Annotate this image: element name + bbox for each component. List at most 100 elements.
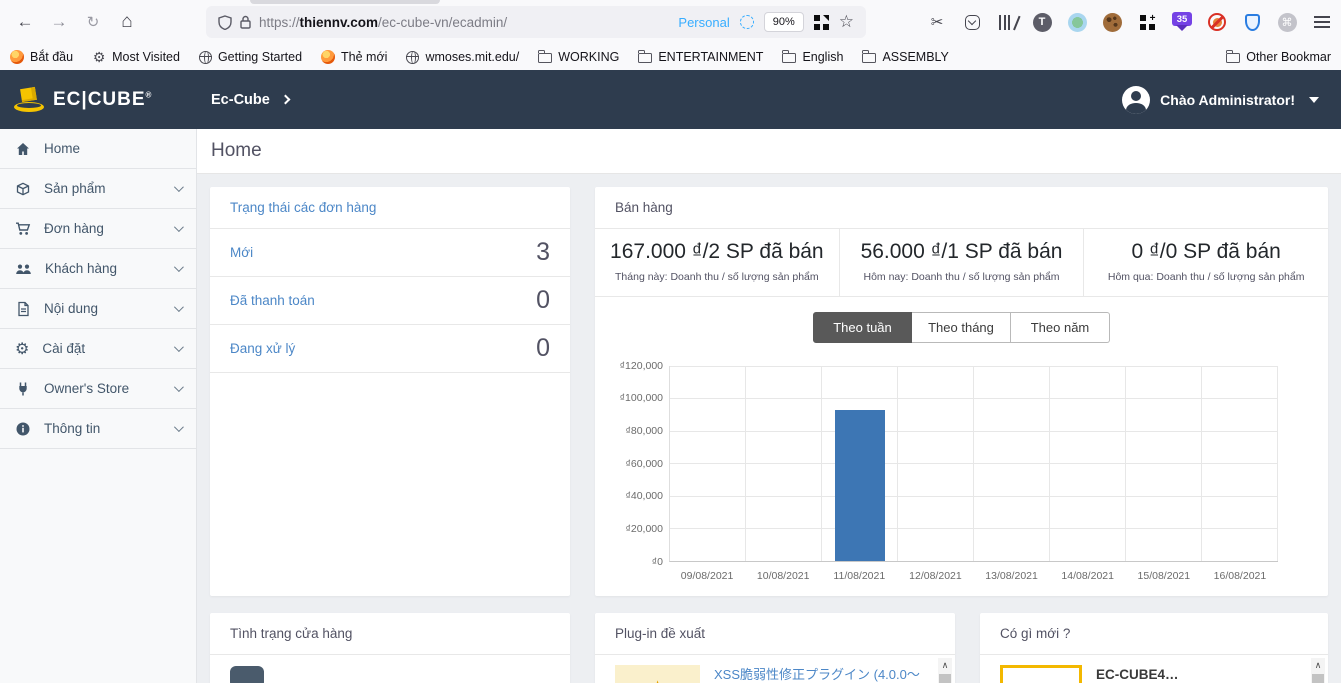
adblock-badge[interactable]: 35 — [1172, 12, 1192, 31]
chevron-down-icon — [173, 422, 184, 433]
screenshot-scissors-icon[interactable] — [926, 11, 948, 33]
ec-cube-logo[interactable]: EC|CUBE® — [0, 86, 197, 113]
extension-t-icon[interactable]: T — [1032, 12, 1052, 32]
bookmark-star-icon[interactable] — [839, 12, 854, 32]
firefox-icon — [10, 50, 24, 64]
command-extension-icon[interactable] — [1277, 12, 1297, 32]
library-icon[interactable] — [999, 14, 1021, 30]
bookmark-item[interactable]: Thẻ mới — [321, 50, 387, 64]
url-bar[interactable]: https://thiennv.com/ec-cube-vn/ecadmin/ … — [206, 6, 866, 38]
sidebar-item-orders[interactable]: Đơn hàng — [0, 209, 196, 249]
noscript-icon[interactable] — [1208, 13, 1226, 31]
url-host: thiennv.com — [299, 14, 379, 30]
chart-ylabels: ₫0 ₫20,000 ₫40,000 ₫60,000 ₫80,000 ₫100,000 ₫1… — [611, 360, 663, 568]
chart-bar — [834, 409, 886, 561]
chart-xtick-label: 09/08/2021 — [680, 569, 734, 582]
recommended-plugins-card: Plug-in đề xuất XSS脆弱性修正プラグイン (4.0.0〜 — [595, 612, 955, 683]
sales-card: Bán hàng 167.000 ₫/2 SP đã bán Tháng này… — [595, 186, 1328, 596]
chart-xtick-label: 13/08/2021 — [985, 569, 1038, 582]
bookmark-folder[interactable]: English — [782, 50, 843, 64]
zoom-level-badge[interactable]: 90% — [763, 12, 804, 32]
url-text[interactable]: https://thiennv.com/ec-cube-vn/ecadmin/ — [259, 15, 507, 30]
sales-stats: 167.000 ₫/2 SP đã bán Tháng này: Doanh t… — [595, 228, 1328, 297]
menu-hamburger-icon[interactable] — [1314, 16, 1330, 28]
chart-gridline — [1201, 365, 1202, 561]
order-status-row[interactable]: Đang xử lý 0 — [210, 325, 570, 373]
tab-weekly[interactable]: Theo tuần — [813, 311, 912, 343]
container-label: Personal — [678, 14, 730, 30]
chart-gridline — [973, 365, 974, 561]
folder-icon — [862, 50, 877, 63]
reload-button[interactable] — [76, 6, 110, 38]
bookmark-folder[interactable]: WORKING — [537, 50, 619, 64]
bookmark-item[interactable]: Bắt đầu — [10, 50, 73, 64]
stat-value: 0 ₫/0 SP đã bán — [1131, 239, 1281, 263]
browser-home-button[interactable] — [110, 6, 144, 38]
other-bookmarks[interactable]: Other Bookmar — [1225, 50, 1331, 64]
order-status-link[interactable]: Mới — [230, 245, 253, 260]
bookmark-item[interactable]: Getting Started — [198, 50, 303, 64]
sidebar-item-customers[interactable]: Khách hàng — [0, 249, 196, 289]
lock-icon[interactable] — [240, 15, 251, 29]
containers-icon[interactable] — [813, 14, 829, 30]
chart-xtick-label: 11/08/2021 — [833, 569, 886, 582]
news-scrollbar[interactable] — [1311, 657, 1325, 683]
admin-header: EC|CUBE® Ec-Cube Chào Administrator! — [0, 70, 1341, 129]
sidebar-item-products[interactable]: Sản phẩm — [0, 169, 196, 209]
home-icon — [17, 142, 29, 155]
account-menu[interactable]: Chào Administrator! — [1122, 85, 1341, 114]
extension-dot-icon[interactable] — [1067, 12, 1087, 32]
order-status-link[interactable]: Đã thanh toán — [230, 293, 315, 308]
chart-gridline — [670, 430, 1278, 432]
tab-yearly[interactable]: Theo năm — [1011, 311, 1110, 343]
recommended-plugins-title: Plug-in đề xuất — [595, 613, 955, 655]
back-button[interactable] — [8, 6, 42, 38]
sidebar-item-home[interactable]: Home — [0, 129, 196, 169]
chevron-down-icon — [173, 182, 184, 193]
store-status-card: Tình trạng cửa hàng — [210, 612, 570, 683]
bookmark-folder[interactable]: ENTERTAINMENT — [638, 50, 763, 64]
save-panel-icon[interactable] — [964, 14, 980, 30]
bookmark-label: Thẻ mới — [341, 50, 388, 64]
gear-icon — [92, 50, 106, 64]
bookmark-folder[interactable]: ASSEMBLY — [862, 50, 949, 64]
bookmark-item[interactable]: wmoses.mit.edu/ — [406, 50, 519, 64]
plugins-scrollbar[interactable] — [938, 657, 952, 683]
order-status-link[interactable]: Đang xử lý — [230, 341, 295, 356]
scroll-thumb[interactable] — [939, 673, 951, 683]
vpn-shield-icon[interactable] — [1244, 13, 1260, 31]
plug-icon — [19, 382, 27, 395]
sidebar-item-content[interactable]: Nội dung — [0, 289, 196, 329]
order-status-row[interactable]: Đã thanh toán 0 — [210, 277, 570, 325]
order-status-row[interactable]: Mới 3 — [210, 229, 570, 277]
chart-ytick-label: ₫120,000 — [619, 359, 663, 372]
bookmark-item[interactable]: Most Visited — [92, 50, 180, 64]
chart-xtick-label: 12/08/2021 — [909, 569, 962, 582]
plugin-item[interactable]: XSS脆弱性修正プラグイン (4.0.0〜 — [595, 655, 955, 683]
folder-icon — [1225, 50, 1241, 63]
scroll-up-icon[interactable] — [1311, 658, 1325, 673]
sidebar: Home Sản phẩm Đơn hàng Khách hàng Nội du… — [0, 129, 197, 683]
bookmark-label: Getting Started — [217, 50, 303, 64]
scroll-up-icon[interactable] — [938, 658, 952, 673]
bento-plus-icon[interactable]: + — [1139, 13, 1156, 30]
chart-gridline — [670, 495, 1278, 497]
sidebar-item-settings[interactable]: Cài đặt — [0, 329, 196, 369]
tab-monthly[interactable]: Theo tháng — [912, 311, 1011, 343]
chart-ytick-label: ₫60,000 — [625, 457, 663, 470]
scroll-thumb[interactable] — [1312, 673, 1324, 683]
bookmark-label: ENTERTAINMENT — [658, 50, 764, 64]
news-item[interactable]: EC-CUBE4… — [980, 655, 1328, 683]
tracking-shield-icon[interactable] — [218, 14, 232, 30]
url-scheme: https:// — [259, 14, 300, 30]
ec-cube-hat-icon — [14, 86, 44, 113]
plugin-link[interactable]: XSS脆弱性修正プラグイン (4.0.0〜 — [714, 665, 920, 683]
order-status-title[interactable]: Trạng thái các đơn hàng — [210, 187, 570, 229]
breadcrumb[interactable]: Ec-Cube — [211, 92, 291, 108]
globe-icon — [198, 50, 212, 64]
sidebar-item-owners-store[interactable]: Owner's Store — [0, 369, 196, 409]
sidebar-item-info[interactable]: Thông tin — [0, 409, 196, 449]
browser-tab[interactable] — [250, 0, 440, 4]
forward-button[interactable] — [42, 6, 76, 38]
cookie-extension-icon[interactable] — [1102, 12, 1122, 32]
